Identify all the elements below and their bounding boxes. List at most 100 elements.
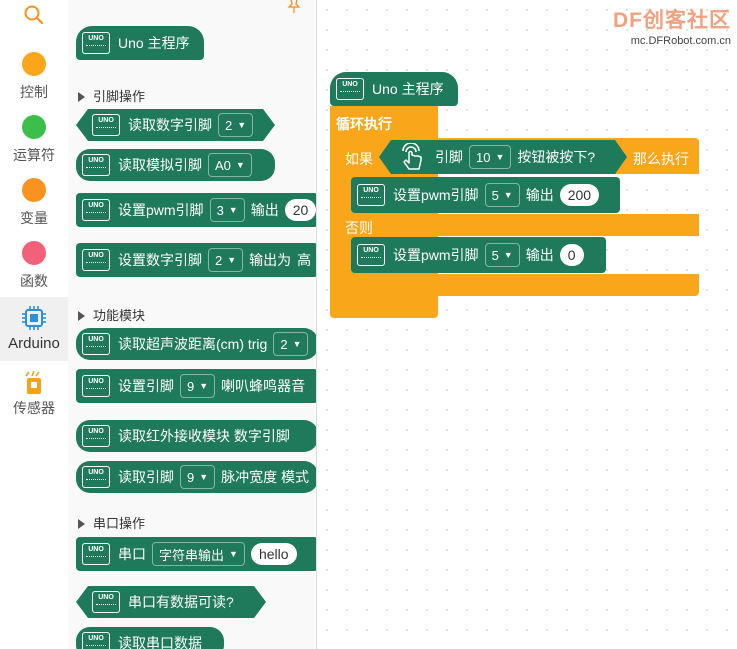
- search-icon[interactable]: [23, 4, 45, 26]
- set-digital-pin-block[interactable]: UNO 设置数字引脚 2 ▼ 输出为 高: [76, 243, 316, 277]
- category-control-label: 控制: [20, 84, 48, 100]
- read-analog-pin-block[interactable]: UNO 读取模拟引脚 A0 ▼: [76, 149, 275, 181]
- ultrasonic-block[interactable]: UNO 读取超声波距离(cm) trig 2 ▼: [76, 328, 316, 360]
- category-functions-label: 函数: [20, 273, 48, 289]
- pwm1-pin-value: 5: [491, 187, 499, 203]
- set-pwm-label: 设置pwm引脚: [118, 202, 204, 218]
- uno-board-icon: UNO: [82, 543, 110, 565]
- pwm2-value-input[interactable]: 0: [559, 244, 584, 266]
- control-dot-icon: [22, 52, 46, 76]
- category-operators[interactable]: 运算符: [0, 115, 68, 167]
- pwm1-output-label: 输出: [525, 187, 554, 203]
- pulse-pin-dropdown[interactable]: 9 ▼: [180, 465, 216, 489]
- pin-dropdown[interactable]: 2 ▼: [218, 113, 253, 137]
- uno-board-icon: UNO: [82, 199, 110, 221]
- if-label: 如果: [345, 151, 373, 167]
- pwm2-pin-value: 5: [491, 247, 499, 263]
- workspace-canvas[interactable]: DF创客社区 mc.DFRobot.com.cn 循环执行 如果 那么执行 否则…: [317, 0, 737, 649]
- analog-pin-dropdown[interactable]: A0 ▼: [208, 153, 252, 177]
- condition-pin-label: 引脚: [435, 149, 463, 165]
- main-program-hat-block[interactable]: UNO Uno 主程序: [330, 72, 458, 106]
- uno-board-icon: UNO: [92, 591, 120, 613]
- then-set-pwm-block[interactable]: UNO 设置pwm引脚 5 ▼ 输出 200: [351, 177, 620, 213]
- uno-board-icon: UNO: [82, 32, 110, 54]
- pulse-pin-value: 9: [187, 469, 195, 485]
- section-serial-ops-label: 串口操作: [93, 516, 146, 531]
- analog-pin-value: A0: [215, 157, 231, 173]
- digital-pin-dropdown[interactable]: 2 ▼: [208, 248, 244, 272]
- category-rail: 控制 运算符 变量 函数 Arduino 传感器: [0, 0, 69, 649]
- button-pin-dropdown[interactable]: 10 ▼: [469, 145, 511, 169]
- digital-pin-value: 2: [215, 252, 223, 268]
- section-pin-ops-label: 引脚操作: [93, 89, 146, 104]
- buzzer-pin-dropdown[interactable]: 9 ▼: [180, 374, 216, 398]
- level-dropdown-partial[interactable]: 高: [297, 250, 311, 270]
- if-else-footer: [341, 274, 699, 296]
- ir-label: 读取红外接收模块 数字引脚: [118, 428, 290, 444]
- serial-available-block[interactable]: UNO 串口有数据可读?: [76, 586, 266, 618]
- category-sensors[interactable]: 传感器: [0, 370, 68, 422]
- caret-down-icon: ▼: [237, 120, 247, 130]
- pwm1-label: 设置pwm引脚: [393, 187, 479, 203]
- touch-hand-icon: [397, 143, 427, 171]
- section-pin-ops[interactable]: 引脚操作: [78, 86, 145, 105]
- caret-down-icon: ▼: [503, 250, 513, 260]
- category-operators-label: 运算符: [13, 147, 55, 163]
- main-program-label: Uno 主程序: [118, 35, 190, 51]
- pwm1-value-input[interactable]: 200: [559, 184, 600, 206]
- pwm-value-input[interactable]: 20: [284, 199, 316, 221]
- else-set-pwm-block[interactable]: UNO 设置pwm引脚 5 ▼ 输出 0: [351, 237, 606, 273]
- category-arduino[interactable]: Arduino: [0, 297, 68, 361]
- uno-board-icon: UNO: [82, 154, 110, 176]
- then-label: 那么执行: [633, 151, 689, 167]
- pwm2-pin-dropdown[interactable]: 5 ▼: [484, 243, 520, 267]
- palette-main-program-block[interactable]: UNO Uno 主程序: [76, 26, 204, 60]
- pwm1-pin-dropdown[interactable]: 5 ▼: [484, 183, 520, 207]
- search-category[interactable]: [0, 2, 68, 32]
- pin-dropdown-value: 2: [225, 117, 233, 133]
- caret-down-icon: ▼: [495, 152, 505, 162]
- ir-receiver-block[interactable]: UNO 读取红外接收模块 数字引脚: [76, 420, 316, 452]
- pin-icon[interactable]: [286, 0, 302, 14]
- caret-down-icon: ▼: [235, 160, 245, 170]
- serial-read-block[interactable]: UNO 读取串口数据: [76, 627, 224, 649]
- category-functions[interactable]: 函数: [0, 241, 68, 293]
- trig-pin-dropdown[interactable]: 2 ▼: [273, 332, 309, 356]
- buzzer-block[interactable]: UNO 设置引脚 9 ▼ 喇叭蜂鸣器音: [76, 369, 316, 403]
- pulse-label: 读取引脚: [118, 469, 174, 485]
- section-serial-ops[interactable]: 串口操作: [78, 513, 145, 532]
- forever-loop-label: 循环执行: [336, 116, 392, 132]
- set-pwm-pin-block[interactable]: UNO 设置pwm引脚 3 ▼ 输出 20: [76, 193, 316, 227]
- uno-board-icon: UNO: [82, 425, 110, 447]
- trig-pin-value: 2: [280, 336, 288, 352]
- uno-board-icon: UNO: [92, 114, 120, 136]
- caret-down-icon: ▼: [229, 549, 238, 559]
- serial-print-block[interactable]: UNO 串口 字符串输出 ▼ hello: [76, 537, 316, 571]
- uno-board-icon: UNO: [82, 333, 110, 355]
- sensor-module-icon: [25, 370, 41, 394]
- uno-board-icon: UNO: [357, 184, 385, 206]
- pulse-width-block[interactable]: UNO 读取引脚 9 ▼ 脉冲宽度 模式: [76, 461, 316, 493]
- serial-available-label: 串口有数据可读?: [128, 594, 234, 610]
- pulse-tail-label: 脉冲宽度 模式: [221, 469, 310, 485]
- collapse-triangle-icon: [78, 311, 85, 321]
- else-bar: [341, 214, 699, 236]
- serial-label: 串口: [118, 546, 146, 562]
- serial-mode-dropdown[interactable]: 字符串输出 ▼: [152, 542, 245, 566]
- read-digital-pin-block[interactable]: UNO 读取数字引脚 2 ▼: [76, 109, 275, 141]
- uno-board-icon: UNO: [82, 249, 110, 271]
- hat-label: Uno 主程序: [372, 81, 444, 97]
- uno-board-icon: UNO: [336, 78, 364, 100]
- serial-text-input[interactable]: hello: [250, 543, 297, 565]
- pwm2-output-label: 输出: [525, 247, 554, 263]
- pwm-pin-value: 3: [216, 202, 224, 218]
- logo-url-text: mc.DFRobot.com.cn: [630, 35, 731, 47]
- button-pressed-condition[interactable]: 引脚 10 ▼ 按钮被按下?: [379, 140, 627, 174]
- category-variables[interactable]: 变量: [0, 178, 68, 230]
- category-control[interactable]: 控制: [0, 52, 68, 104]
- variables-dot-icon: [22, 178, 46, 202]
- pwm-pin-dropdown[interactable]: 3 ▼: [209, 198, 245, 222]
- read-analog-label: 读取模拟引脚: [118, 157, 202, 173]
- condition-suffix-label: 按钮被按下?: [517, 149, 596, 165]
- section-function-modules[interactable]: 功能模块: [78, 305, 145, 324]
